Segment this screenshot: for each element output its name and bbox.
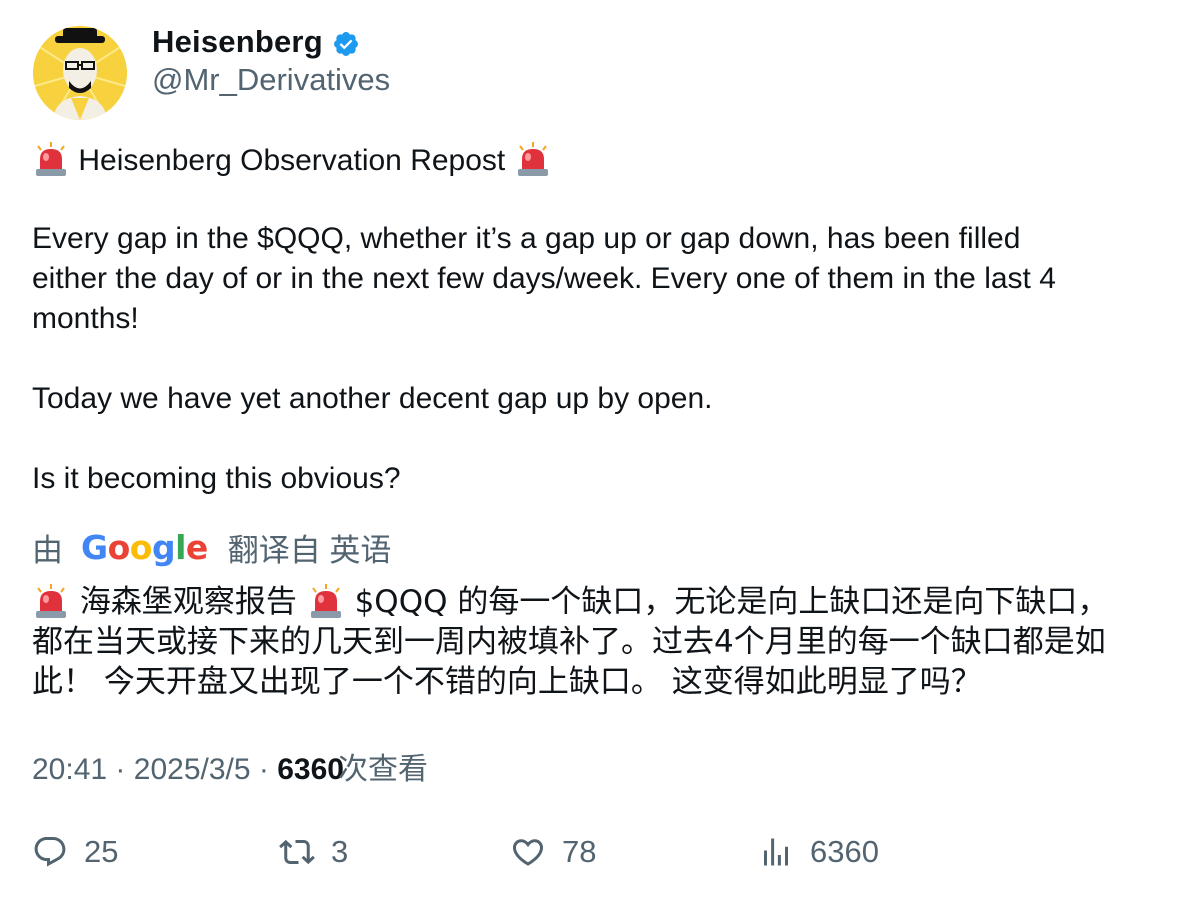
views-icon	[764, 838, 788, 866]
tweet-line-4: months!	[32, 302, 139, 335]
translation-heading: 海森堡观察报告	[79, 584, 297, 620]
repost-icon	[279, 839, 315, 865]
siren-icon	[36, 142, 66, 176]
tweet-line-6: Is it becoming this obvious?	[32, 462, 401, 495]
views-count: 6360	[277, 753, 344, 786]
views-count-action: 6360	[810, 834, 879, 869]
translation-prefix: 由	[32, 532, 63, 568]
like-icon	[512, 839, 544, 866]
author-name-row[interactable]: Heisenberg	[152, 22, 360, 62]
author-handle[interactable]: @Mr_Derivatives	[152, 62, 390, 98]
tweet-time[interactable]: 20:41	[32, 753, 107, 786]
google-logo: Google	[81, 527, 208, 567]
tweet-date[interactable]: 2025/3/5	[134, 753, 251, 786]
reply-button[interactable]: 25	[32, 830, 118, 874]
verified-badge-icon	[333, 32, 358, 56]
tweet-line-5: Today we have yet another decent gap up …	[32, 382, 713, 415]
repost-button[interactable]: 3	[279, 830, 348, 874]
like-count: 78	[562, 834, 597, 869]
translation-text-1: $QQQ 的每一个缺口，无论是向上缺口还是向下缺口，	[354, 584, 1109, 620]
translation-line-1: 海森堡观察报告 $QQQ 的每一个缺口，无论是向上缺口还是向下缺口，	[32, 576, 1108, 621]
meta-separator: ·	[258, 753, 269, 786]
avatar[interactable]	[33, 26, 127, 120]
translation-line-3: 此！ 今天开盘又出现了一个不错的向上缺口。 这变得如此明显了吗？	[32, 664, 982, 700]
views-button[interactable]: 6360	[758, 830, 879, 874]
meta-separator: ·	[115, 753, 126, 786]
tweet-line-1: Heisenberg Observation Repost	[32, 141, 552, 178]
tweet-line-2: Every gap in the $QQQ, whether it’s a ga…	[32, 222, 1021, 255]
translation-suffix: 翻译自 英语	[227, 532, 392, 568]
reply-count: 25	[84, 834, 119, 869]
translation-attribution[interactable]: 由 Google 翻译自 英语	[32, 527, 392, 568]
repost-count: 3	[331, 834, 349, 869]
siren-icon	[310, 584, 341, 618]
translation-line-2: 都在当天或接下来的几天到一周内被填补了。过去4个月里的每一个缺口都是如	[32, 624, 1106, 660]
tweet-line-3: either the day of or in the next few day…	[32, 262, 1056, 295]
views-label: 次查看	[337, 753, 428, 786]
reply-icon	[34, 837, 66, 867]
like-button[interactable]: 78	[510, 830, 596, 874]
author-display-name[interactable]: Heisenberg	[152, 24, 323, 60]
tweet-heading-text: Heisenberg Observation Repost	[78, 144, 506, 177]
siren-icon	[36, 584, 66, 618]
siren-icon	[517, 142, 548, 176]
tweet-meta: 20:41 · 2025/3/5 · 6360次查看	[32, 744, 428, 788]
